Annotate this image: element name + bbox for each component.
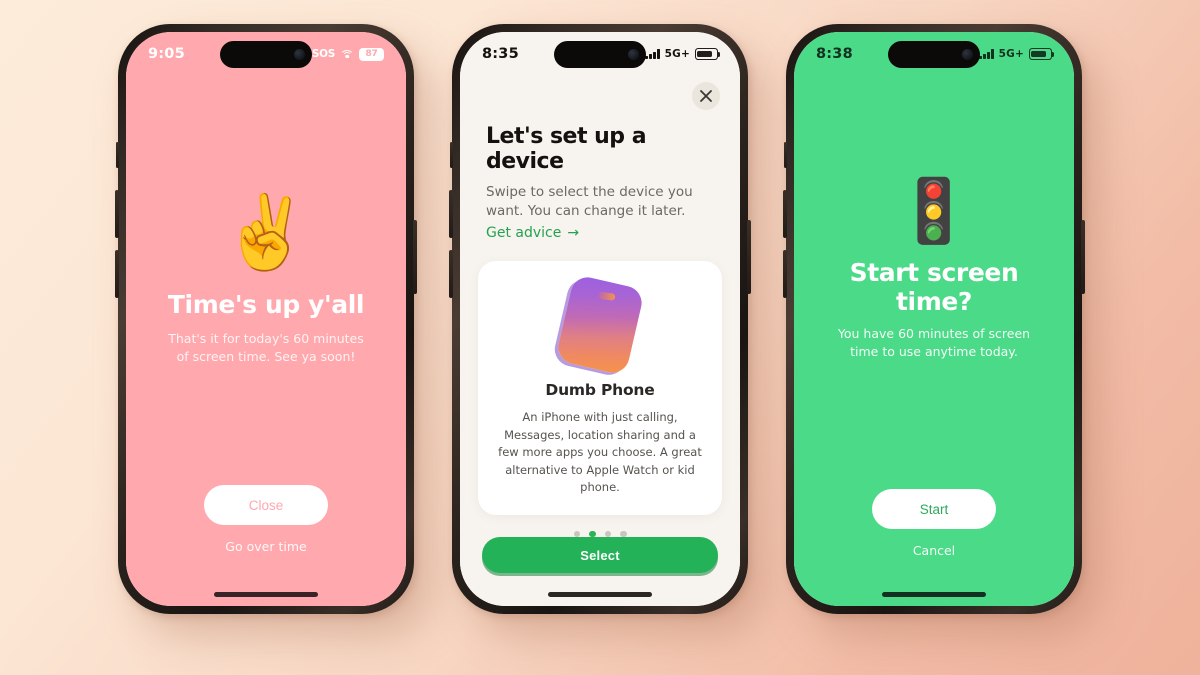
- volume-up-button[interactable]: [449, 190, 453, 238]
- page-title: Let's set up a device: [486, 124, 647, 174]
- power-button[interactable]: [1081, 220, 1085, 294]
- time-up-content: ✌️ Time's up y'all That's it for today's…: [126, 76, 406, 485]
- dumb-phone-illustration: [555, 274, 645, 377]
- device-description: An iPhone with just calling, Messages, l…: [498, 410, 702, 495]
- time-up-actions: Close Go over time: [126, 485, 406, 606]
- status-bar: 9:05 SOS 87: [126, 32, 406, 76]
- arrow-right-icon: →: [567, 225, 580, 242]
- silence-switch[interactable]: [116, 142, 119, 168]
- status-clock: 9:05: [148, 46, 185, 62]
- dynamic-island: [888, 41, 980, 68]
- phone-screen-3: 8:38 5G+ 🚦 Start screen time? You have 6…: [794, 32, 1074, 606]
- phone-mockup-setup-device: 8:35 5G+ Let's set up a device Swipe to …: [449, 24, 751, 614]
- cellular-bars-icon: [645, 49, 660, 59]
- volume-down-button[interactable]: [115, 250, 119, 298]
- page-description: Swipe to select the device you want. You…: [486, 184, 693, 220]
- close-button[interactable]: Close: [204, 485, 328, 525]
- status-indicators: 5G+: [979, 48, 1055, 60]
- start-actions: Start Cancel: [794, 489, 1074, 606]
- status-clock: 8:35: [482, 46, 519, 62]
- status-indicators: SOS 87: [311, 47, 384, 61]
- phone-mockup-start-screen-time: 8:38 5G+ 🚦 Start screen time? You have 6…: [783, 24, 1085, 614]
- network-label: 5G+: [998, 48, 1024, 60]
- cellular-bars-icon: [979, 49, 994, 59]
- dynamic-island: [220, 41, 312, 68]
- front-camera-icon: [962, 49, 973, 60]
- device-name: Dumb Phone: [545, 381, 655, 400]
- status-indicators: 5G+: [645, 48, 721, 60]
- silence-switch[interactable]: [450, 142, 453, 168]
- phone-screen-2: 8:35 5G+ Let's set up a device Swipe to …: [460, 32, 740, 606]
- start-screen-time-content: 🚦 Start screen time? You have 60 minutes…: [794, 52, 1074, 489]
- volume-down-button[interactable]: [783, 250, 787, 298]
- battery-icon: [1029, 48, 1055, 60]
- home-indicator[interactable]: [882, 592, 986, 597]
- go-over-time-link[interactable]: Go over time: [225, 539, 306, 554]
- power-button[interactable]: [413, 220, 417, 294]
- volume-up-button[interactable]: [115, 190, 119, 238]
- start-button[interactable]: Start: [872, 489, 996, 529]
- wifi-icon: [340, 49, 354, 60]
- silence-switch[interactable]: [784, 142, 787, 168]
- phone-mockup-time-up: 9:05 SOS 87 ✌️ Time's up y'all That's it…: [115, 24, 417, 614]
- status-clock: 8:38: [816, 46, 853, 62]
- home-indicator[interactable]: [214, 592, 318, 597]
- get-advice-link[interactable]: Get advice →: [486, 225, 579, 241]
- cancel-link[interactable]: Cancel: [913, 543, 955, 558]
- home-indicator[interactable]: [548, 592, 652, 597]
- device-card[interactable]: Dumb Phone An iPhone with just calling, …: [478, 261, 722, 515]
- dynamic-island: [554, 41, 646, 68]
- traffic-light-emoji: 🚦: [895, 174, 973, 248]
- status-bar: 8:35 5G+: [460, 32, 740, 76]
- peace-hand-emoji: ✌️: [221, 189, 311, 274]
- front-camera-icon: [628, 49, 639, 60]
- scene: 9:05 SOS 87 ✌️ Time's up y'all That's it…: [0, 0, 1200, 675]
- battery-percent-badge: 87: [359, 47, 384, 61]
- front-camera-icon: [294, 49, 305, 60]
- volume-up-button[interactable]: [783, 190, 787, 238]
- page-title: Time's up y'all: [167, 289, 365, 319]
- phone-screen-1: 9:05 SOS 87 ✌️ Time's up y'all That's it…: [126, 32, 406, 606]
- sos-label: SOS: [311, 48, 335, 60]
- page-subtitle: You have 60 minutes of screen time to us…: [837, 326, 1031, 359]
- page-subtitle: That's it for today's 60 minutes of scre…: [168, 330, 364, 364]
- status-bar: 8:38 5G+: [794, 32, 1074, 76]
- network-label: 5G+: [664, 48, 690, 60]
- close-icon[interactable]: [692, 82, 720, 110]
- device-body: [555, 274, 645, 377]
- page-title: Start screen time?: [849, 258, 1019, 317]
- close-glyph: [700, 90, 712, 102]
- battery-icon: [695, 48, 721, 60]
- get-advice-label: Get advice: [486, 225, 562, 242]
- power-button[interactable]: [747, 220, 751, 294]
- volume-down-button[interactable]: [449, 250, 453, 298]
- select-button[interactable]: Select: [482, 537, 718, 574]
